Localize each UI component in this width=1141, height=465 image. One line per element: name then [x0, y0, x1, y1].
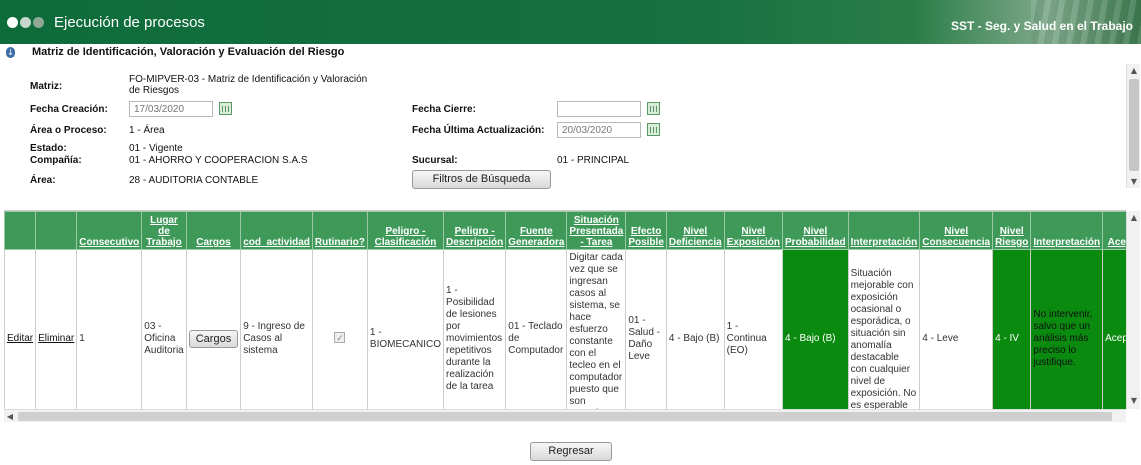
- table-row: Editar Eliminar 1 03 - Oficina Auditoria…: [4, 249, 1126, 409]
- col-header-rutinario[interactable]: Rutinario?: [311, 211, 368, 250]
- table-header-row: Consecutivo Lugar de Trabajo Cargos cod_…: [4, 211, 1126, 250]
- situacion-text: Digitar cada vez que se ingresan casos a…: [569, 252, 623, 409]
- cell-peligro-descripcion: 1 - Posibilidad de lesiones por movimien…: [443, 249, 507, 409]
- filter-form: Matriz: FO-MIPVER-03 - Matriz de Identif…: [4, 63, 1125, 193]
- compania-value: 01 - AHORRO Y COOPERACION S.A.S: [129, 155, 308, 166]
- estado-value: 01 - Vigente: [129, 143, 183, 154]
- col-header-aceptabilidad[interactable]: Aceptab: [1102, 211, 1126, 250]
- dot-icon: [20, 17, 31, 28]
- col-header-peligro-descripcion[interactable]: Peligro - Descripción: [443, 211, 507, 250]
- col-header-lugar[interactable]: Lugar de Trabajo: [141, 211, 187, 250]
- cell-situacion: Digitar cada vez que se ingresan casos a…: [566, 249, 627, 409]
- col-header-interpretacion[interactable]: Interpretación: [847, 211, 921, 250]
- scroll-up-icon[interactable]: ▲: [1127, 211, 1141, 224]
- cell-deficiencia: 4 - Bajo (B): [665, 249, 725, 409]
- fecha-ultima-label: Fecha Última Actualización:: [412, 125, 545, 136]
- cell-riesgo: 4 - IV: [992, 249, 1032, 409]
- scroll-thumb[interactable]: [18, 412, 1112, 421]
- cell-cargos: Cargos: [185, 249, 242, 409]
- col-header-consecuencia[interactable]: Nivel Consecuencia: [919, 211, 994, 250]
- cell-probabilidad: 4 - Bajo (B): [782, 249, 849, 409]
- fecha-cierre-label: Fecha Cierre:: [412, 104, 476, 115]
- col-header-probabilidad[interactable]: Nivel Probabilidad: [782, 211, 849, 250]
- col-header-riesgo[interactable]: Nivel Riesgo: [992, 211, 1032, 250]
- peligro-descripcion-text: 1 - Posibilidad de lesiones por movimien…: [446, 284, 503, 392]
- col-header: [35, 211, 78, 250]
- col-header: [4, 211, 37, 250]
- matriz-label: Matriz:: [30, 81, 63, 92]
- col-header-cargos[interactable]: Cargos: [185, 211, 242, 250]
- risk-table: Consecutivo Lugar de Trabajo Cargos cod_…: [4, 211, 1126, 409]
- area-value: 28 - AUDITORIA CONTABLE: [129, 175, 259, 186]
- app-header: Ejecución de procesos SST - Seg. y Salud…: [0, 0, 1141, 44]
- cell-aceptabilidad: Aceptable: [1102, 249, 1126, 409]
- compania-label: Compañía:: [30, 155, 82, 166]
- cell-efecto: 01 - Salud - Daño Leve: [625, 249, 667, 409]
- cell-consecuencia: 4 - Leve: [919, 249, 994, 409]
- cell-actividad: 9 - Ingreso de Casos al sistema: [240, 249, 313, 409]
- cell-lugar: 03 - Oficina Auditoria: [141, 249, 187, 409]
- sucursal-label: Sucursal:: [412, 155, 458, 166]
- col-header-consecutivo[interactable]: Consecutivo: [76, 211, 143, 250]
- scroll-up-icon[interactable]: ▲: [1127, 64, 1141, 77]
- interpretacion-text: Situación mejorable con exposición ocasi…: [850, 268, 917, 409]
- regresar-button[interactable]: Regresar: [530, 442, 612, 461]
- fecha-cierre-field[interactable]: [557, 101, 641, 117]
- cell-fuente: 01 - Teclado de Computador: [505, 249, 568, 409]
- calendar-icon[interactable]: [219, 102, 232, 115]
- matriz-value: FO-MIPVER-03 - Matriz de Identificación …: [129, 74, 368, 96]
- scroll-left-icon[interactable]: ◀: [4, 410, 16, 423]
- sucursal-value: 01 - PRINCIPAL: [557, 155, 630, 166]
- cell-peligro-clasificacion: 1 - BIOMECANICO: [366, 249, 445, 409]
- form-scrollbar[interactable]: ▲ ▼: [1126, 64, 1140, 188]
- brand-label: SST - Seg. y Salud en el Trabajo: [950, 19, 1133, 33]
- risk-grid: Consecutivo Lugar de Trabajo Cargos cod_…: [4, 210, 1126, 409]
- area-proceso-value: 1 - Área: [129, 125, 165, 136]
- fecha-ultima-field[interactable]: 20/03/2020: [557, 122, 641, 138]
- estado-label: Estado:: [30, 143, 67, 154]
- subtitle-bar: ↓ Matriz de Identificación, Valoración y…: [0, 44, 1141, 62]
- app-title: Ejecución de procesos: [54, 14, 205, 31]
- area-label: Área:: [30, 175, 56, 186]
- col-header-actividad[interactable]: cod_actividad: [240, 211, 313, 250]
- filtros-busqueda-button[interactable]: Filtros de Búsqueda: [412, 170, 551, 189]
- fecha-creacion-field[interactable]: 17/03/2020: [129, 101, 213, 117]
- cargos-button[interactable]: Cargos: [188, 329, 239, 348]
- col-header-exposicion[interactable]: Nivel Exposición: [723, 211, 784, 250]
- calendar-icon[interactable]: [647, 123, 660, 136]
- editar-link[interactable]: Editar: [4, 249, 37, 409]
- cell-interpretacion: Situación mejorable con exposición ocasi…: [847, 249, 921, 409]
- cell-exposicion: 1 - Continua (EO): [723, 249, 784, 409]
- eliminar-link[interactable]: Eliminar: [35, 249, 78, 409]
- grid-vertical-scrollbar[interactable]: ▲ ▼: [1126, 211, 1140, 409]
- col-header-deficiencia[interactable]: Nivel Deficiencia: [665, 211, 725, 250]
- info-icon: ↓: [6, 47, 15, 58]
- col-header-fuente[interactable]: Fuente Generadora: [505, 211, 568, 250]
- cell-rutinario: ✓: [311, 249, 368, 409]
- page-title: Matriz de Identificación, Valoración y E…: [32, 46, 345, 58]
- col-header-efecto[interactable]: Efecto Posible: [625, 211, 667, 250]
- calendar-icon[interactable]: [647, 102, 660, 115]
- dot-icon: [7, 17, 18, 28]
- scroll-down-icon[interactable]: ▼: [1127, 394, 1141, 407]
- scroll-thumb[interactable]: [1129, 79, 1139, 171]
- scroll-down-icon[interactable]: ▼: [1127, 175, 1141, 188]
- col-header-interpretacion-2[interactable]: Interpretación: [1030, 211, 1104, 250]
- col-header-peligro-clasificacion[interactable]: Peligro - Clasificación: [366, 211, 445, 250]
- col-header-situacion[interactable]: Situación Presentada - Tarea: [566, 211, 627, 250]
- area-proceso-label: Área o Proceso:: [30, 125, 107, 136]
- cell-interpretacion-2: No intervenir, salvo que un análisis más…: [1030, 249, 1104, 409]
- dot-icon: [33, 17, 44, 28]
- fecha-creacion-label: Fecha Creación:: [30, 104, 108, 115]
- grid-horizontal-scrollbar[interactable]: ◀: [4, 409, 1126, 422]
- window-dots: [7, 17, 44, 28]
- cell-consecutivo: 1: [76, 249, 143, 409]
- rutinario-checkbox[interactable]: ✓: [334, 332, 346, 343]
